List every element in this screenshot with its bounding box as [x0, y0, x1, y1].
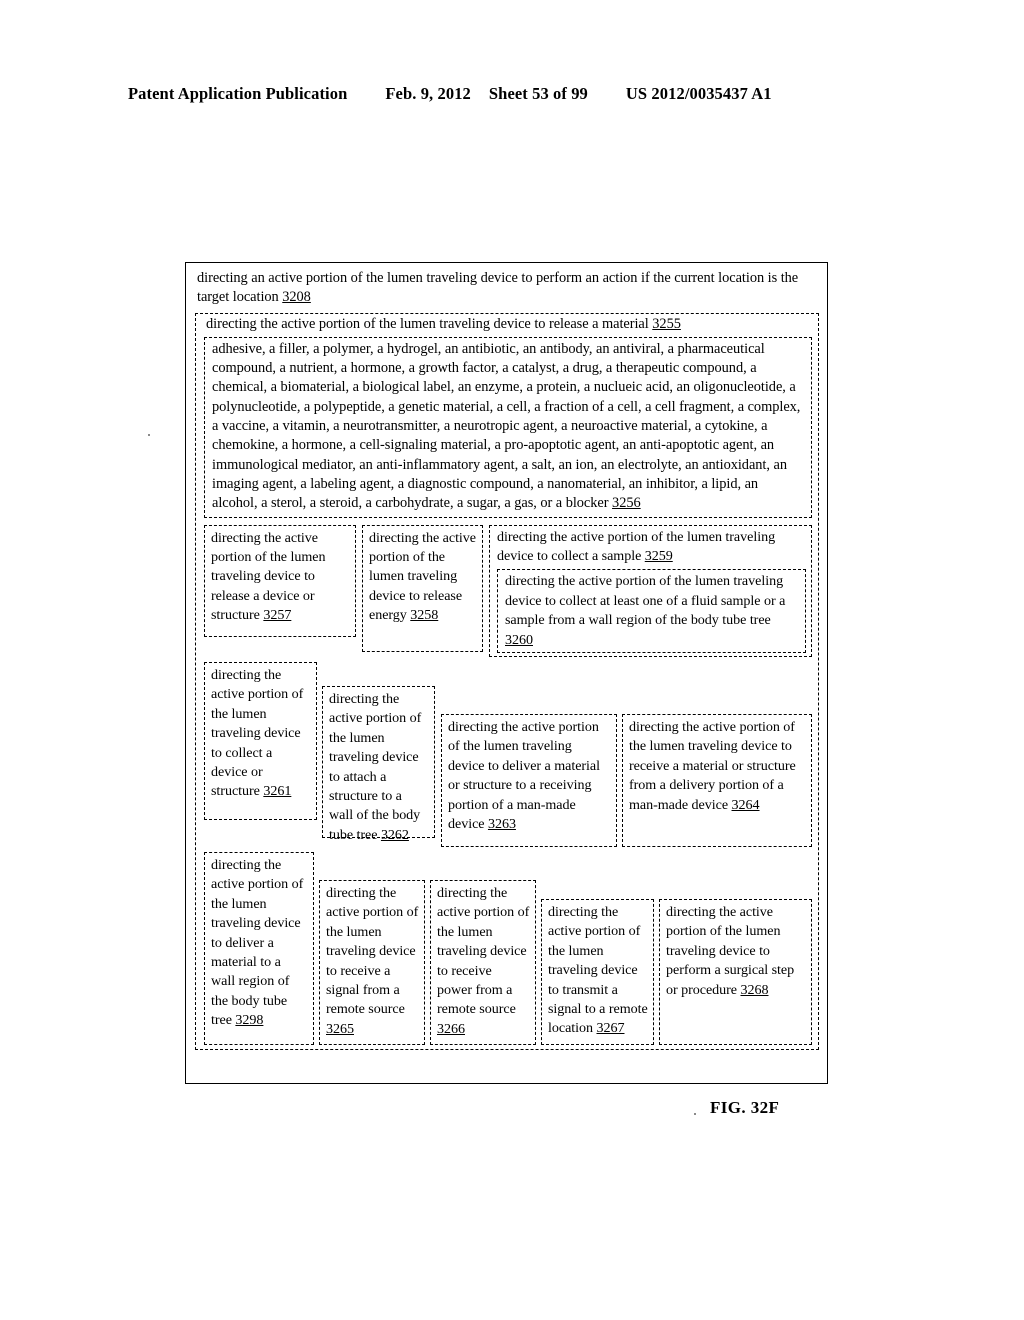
- reference-numeral: 3259: [644, 547, 673, 564]
- patent-number: US 2012/0035437 A1: [625, 84, 772, 103]
- flowchart-step-3265-label: directing the active portion of the lume…: [326, 885, 419, 1037]
- reference-numeral: 3261: [263, 783, 292, 800]
- scan-speckle: [694, 1113, 696, 1115]
- flowchart-step-3257-box: directing the active portion of the lume…: [204, 524, 356, 637]
- flowchart-row-a: directing the active portion of the lume…: [204, 524, 812, 657]
- reference-numeral: 3298: [235, 1012, 264, 1029]
- reference-numeral: 3267: [596, 1020, 625, 1037]
- sheet-number: Sheet 53 of 99: [488, 84, 588, 103]
- flowchart-step-3208: directing an active portion of the lumen…: [197, 270, 799, 306]
- flowchart-row-b: directing the active portion of the lume…: [204, 662, 812, 847]
- scan-speckle: [148, 434, 150, 436]
- reference-numeral: 3266: [437, 1020, 465, 1037]
- flowchart-step-3266-label: directing the active portion of the lume…: [437, 885, 530, 1037]
- flowchart-step-3257-label: directing the active portion of the lume…: [211, 529, 326, 624]
- flowchart-col-c3: directing the active portion of the lume…: [430, 880, 536, 1045]
- flowchart-col-b1: directing the active portion of the lume…: [204, 662, 317, 847]
- reference-numeral: 3208: [282, 289, 311, 306]
- flowchart-col-b4: directing the active portion of the lume…: [622, 714, 812, 847]
- flowchart-col-b2: directing the active portion of the lume…: [322, 686, 435, 843]
- flowchart-step-3256-label: adhesive, a filler, a polymer, a hydroge…: [212, 340, 801, 512]
- flowchart-outer-box: directing an active portion of the lumen…: [185, 262, 828, 1084]
- figure-label: FIG. 32F: [710, 1098, 780, 1117]
- reference-numeral: 3262: [380, 826, 409, 843]
- flowchart-step-3255-label: directing the active portion of the lume…: [206, 315, 681, 332]
- flowchart-step-3264-label: directing the active portion of the lume…: [629, 719, 796, 813]
- flowchart-step-3267-box: directing the active portion of the lume…: [541, 899, 654, 1045]
- flowchart-step-3260-box: directing the active portion of the lume…: [497, 569, 806, 653]
- flowchart-step-3298-label: directing the active portion of the lume…: [211, 857, 304, 1029]
- flowchart-col-c1: directing the active portion of the lume…: [204, 852, 314, 1045]
- flowchart-step-3256-box: adhesive, a filler, a polymer, a hydroge…: [204, 336, 812, 518]
- flowchart-row-c: directing the active portion of the lume…: [204, 852, 812, 1045]
- reference-numeral: 3260: [505, 631, 533, 648]
- flowchart-step-3263-box: directing the active portion of the lume…: [441, 714, 617, 847]
- flowchart-col-a2: directing the active portion of the lume…: [362, 524, 483, 657]
- flowchart-col-c4: directing the active portion of the lume…: [541, 899, 654, 1045]
- flowchart-step-3261-box: directing the active portion of the lume…: [204, 662, 317, 820]
- flowchart-step-3267-label: directing the active portion of the lume…: [548, 904, 648, 1037]
- page-header: Patent Application Publication Feb. 9, 2…: [128, 84, 896, 104]
- flowchart-step-3262-label: directing the active portion of the lume…: [329, 691, 422, 843]
- reference-numeral: 3257: [263, 607, 292, 624]
- flowchart-step-3258-box: directing the active portion of the lume…: [362, 524, 483, 652]
- reference-numeral: 3265: [326, 1020, 354, 1037]
- flowchart-step-3259-box: directing the active portion of the lume…: [489, 524, 812, 657]
- flowchart-step-3255-box: directing the active portion of the lume…: [195, 312, 819, 1050]
- reference-numeral: 3258: [410, 607, 439, 624]
- flowchart-col-a3: directing the active portion of the lume…: [489, 524, 812, 657]
- flowchart-step-3265-box: directing the active portion of the lume…: [319, 880, 425, 1045]
- flowchart-step-3259-label: directing the active portion of the lume…: [497, 528, 776, 564]
- reference-numeral: 3256: [612, 495, 641, 512]
- flowchart-step-3268-label: directing the active portion of the lume…: [666, 904, 795, 998]
- reference-numeral: 3255: [652, 315, 681, 332]
- flowchart-step-3264-box: directing the active portion of the lume…: [622, 714, 812, 847]
- flowchart-step-3266-box: directing the active portion of the lume…: [430, 880, 536, 1045]
- flowchart-col-b3: directing the active portion of the lume…: [441, 714, 617, 847]
- flowchart-step-3260-label: directing the active portion of the lume…: [505, 573, 786, 648]
- reference-numeral: 3268: [740, 981, 769, 998]
- flowchart-col-a1: directing the active portion of the lume…: [204, 524, 356, 657]
- flowchart-col-c5: directing the active portion of the lume…: [659, 899, 812, 1045]
- flowchart-step-3268-box: directing the active portion of the lume…: [659, 899, 812, 1045]
- reference-numeral: 3264: [731, 796, 760, 813]
- flowchart-step-3298-box: directing the active portion of the lume…: [204, 852, 314, 1045]
- publication-title: Patent Application Publication: [128, 84, 348, 103]
- reference-numeral: 3263: [487, 816, 516, 833]
- flowchart-step-3261-label: directing the active portion of the lume…: [211, 667, 304, 800]
- publication-date: Feb. 9, 2012: [385, 84, 471, 103]
- flowchart-col-c2: directing the active portion of the lume…: [319, 880, 425, 1045]
- flowchart-step-3262-box: directing the active portion of the lume…: [322, 686, 435, 843]
- flowchart-step-3258-label: directing the active portion of the lume…: [369, 529, 477, 624]
- flowchart-step-3263-label: directing the active portion of the lume…: [448, 719, 600, 833]
